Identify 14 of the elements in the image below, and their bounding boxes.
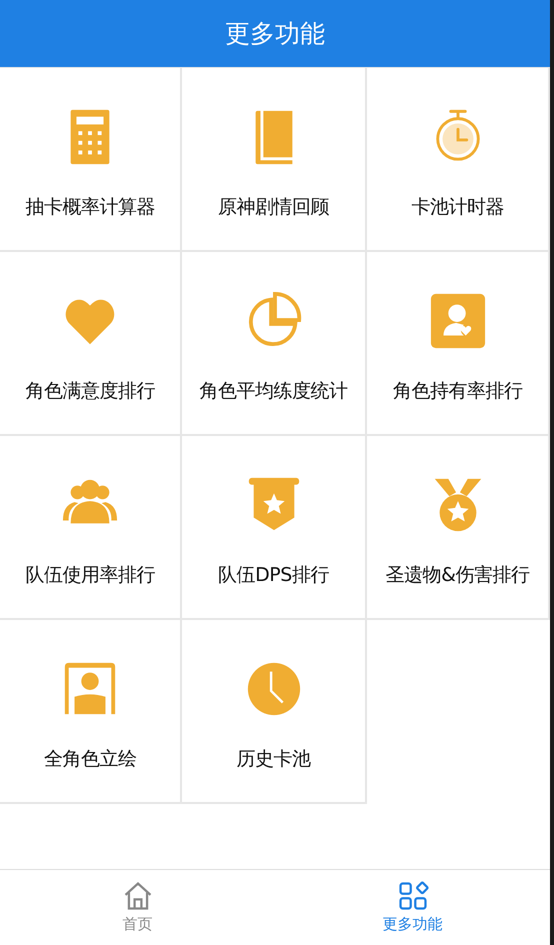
feature-tile[interactable]: 圣遗物&伤害排行: [367, 436, 550, 620]
feature-tile[interactable]: 全角色立绘: [0, 620, 182, 804]
feature-tile[interactable]: 队伍使用率排行: [0, 436, 182, 620]
feature-tile[interactable]: 角色满意度排行: [0, 252, 182, 436]
tab[interactable]: 首页: [0, 870, 275, 945]
feature-tile[interactable]: 角色持有率排行: [367, 252, 550, 436]
feature-tile[interactable]: 抽卡概率计算器: [0, 68, 182, 252]
feature-tile[interactable]: 卡池计时器: [367, 68, 550, 252]
tab[interactable]: 更多功能: [275, 870, 550, 945]
page-title: 更多功能: [225, 18, 325, 50]
feature-tile[interactable]: 原神剧情回顾: [182, 68, 367, 252]
feature-tile[interactable]: 队伍DPS排行: [182, 436, 367, 620]
feature-tile[interactable]: 角色平均练度统计: [182, 252, 367, 436]
feature-tile[interactable]: 历史卡池: [182, 620, 367, 804]
